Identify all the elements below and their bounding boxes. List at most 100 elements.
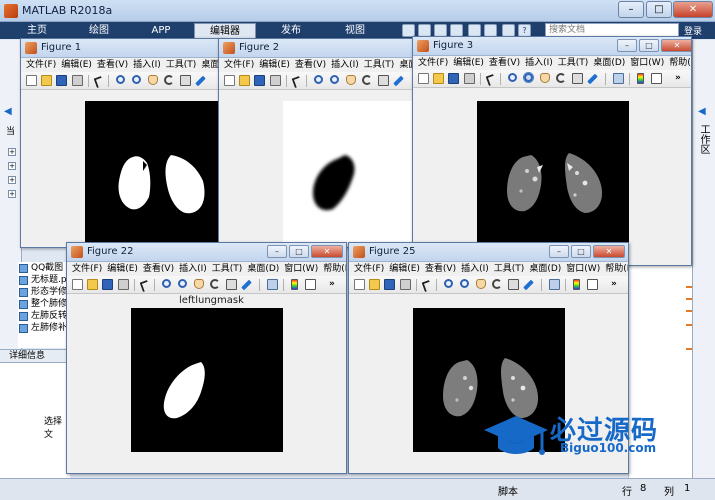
edit-plot-arrow-icon[interactable]: [485, 73, 497, 87]
save-figure-icon[interactable]: [448, 73, 459, 84]
menu-edit[interactable]: 编辑(E): [453, 56, 484, 70]
save-figure-icon[interactable]: [254, 75, 265, 86]
menu-edit[interactable]: 编辑(E): [259, 58, 290, 72]
menu-file[interactable]: 文件(F): [224, 58, 254, 72]
menu-desktop[interactable]: 桌面(D): [529, 262, 561, 276]
legend-icon[interactable]: [651, 73, 662, 84]
print-figure-icon[interactable]: [118, 279, 129, 290]
rotate-3d-icon[interactable]: [210, 279, 220, 289]
brush-icon[interactable]: [241, 279, 252, 291]
menu-window[interactable]: 窗口(W): [566, 262, 600, 276]
open-file-icon[interactable]: [369, 279, 380, 290]
tab-plots[interactable]: 绘图: [68, 23, 130, 39]
zoom-in-icon[interactable]: [444, 279, 453, 288]
edit-plot-arrow-icon[interactable]: [291, 75, 303, 89]
menu-tools[interactable]: 工具(T): [212, 262, 243, 276]
tab-editor[interactable]: 编辑器: [194, 23, 256, 39]
tree-expand-icon[interactable]: +: [8, 162, 16, 170]
file-item[interactable]: 形态学修: [18, 286, 70, 298]
print-figure-icon[interactable]: [270, 75, 281, 86]
pan-hand-icon[interactable]: [476, 279, 486, 289]
menu-help[interactable]: 帮助(H): [669, 56, 691, 70]
rotate-3d-icon[interactable]: [164, 75, 174, 85]
menu-tools[interactable]: 工具(T): [364, 58, 395, 72]
menu-view[interactable]: 查看(V): [425, 262, 456, 276]
edit-plot-arrow-icon[interactable]: [421, 279, 433, 293]
zoom-out-icon[interactable]: [330, 75, 339, 84]
new-figure-icon[interactable]: [354, 279, 365, 290]
workspace-label[interactable]: 工作区: [695, 124, 709, 154]
menu-insert[interactable]: 插入(I): [133, 58, 161, 72]
pan-hand-icon[interactable]: [194, 279, 204, 289]
zoom-in-icon[interactable]: [162, 279, 171, 288]
rotate-3d-icon[interactable]: [362, 75, 372, 85]
figure-close-button[interactable]: ✕: [593, 245, 625, 258]
tab-apps[interactable]: APP: [130, 23, 192, 39]
figure-maximize-button[interactable]: □: [639, 39, 659, 52]
colorbar-icon[interactable]: [291, 279, 298, 290]
edit-plot-arrow-icon[interactable]: [139, 279, 151, 293]
menu-tools[interactable]: 工具(T): [166, 58, 197, 72]
panel-expand-arrow-icon[interactable]: ◀: [698, 106, 706, 117]
figure-title-bar[interactable]: Figure 22 – □ ✕: [67, 243, 346, 262]
zoom-in-icon[interactable]: [314, 75, 323, 84]
menu-insert[interactable]: 插入(I): [179, 262, 207, 276]
data-cursor-icon[interactable]: [572, 73, 583, 84]
image-axes[interactable]: [131, 308, 283, 452]
toolbar-overflow-icon[interactable]: »: [611, 279, 617, 289]
figure-minimize-button[interactable]: –: [267, 245, 287, 258]
figure-1-window[interactable]: Figure 1 文件(F)编辑(E)查看(V)插入(I)工具(T)桌面(D): [20, 38, 225, 248]
brush-icon[interactable]: [523, 279, 534, 291]
file-item[interactable]: 无标题.p: [18, 274, 70, 286]
tab-home[interactable]: 主页: [6, 23, 68, 39]
figure-minimize-button[interactable]: –: [549, 245, 569, 258]
details-panel-header[interactable]: 详细信息: [0, 349, 70, 363]
figure-22-window[interactable]: Figure 22 – □ ✕ 文件(F) 编辑(E) 查看(V) 插入(I) 工具(T…: [66, 242, 347, 474]
pan-hand-icon[interactable]: [148, 75, 158, 85]
figure-maximize-button[interactable]: □: [289, 245, 309, 258]
menu-file[interactable]: 文件(F): [72, 262, 102, 276]
figure-title-bar[interactable]: Figure 25 – □ ✕: [349, 243, 628, 262]
brush-icon[interactable]: [587, 73, 598, 85]
menu-file[interactable]: 文件(F): [26, 58, 56, 72]
close-button[interactable]: ✕: [673, 1, 713, 18]
new-figure-icon[interactable]: [26, 75, 37, 86]
data-cursor-icon[interactable]: [226, 279, 237, 290]
file-item[interactable]: 左肺修补: [18, 322, 70, 334]
tree-expand-icon[interactable]: +: [8, 190, 16, 198]
zoom-out-icon[interactable]: [460, 279, 469, 288]
menu-view[interactable]: 查看(V): [97, 58, 128, 72]
print-figure-icon[interactable]: [400, 279, 411, 290]
link-plot-icon[interactable]: [549, 279, 560, 290]
menu-edit[interactable]: 编辑(E): [61, 58, 92, 72]
legend-icon[interactable]: [305, 279, 316, 290]
tree-expand-icon[interactable]: +: [8, 176, 16, 184]
new-figure-icon[interactable]: [224, 75, 235, 86]
menu-view[interactable]: 查看(V): [143, 262, 174, 276]
file-item[interactable]: 整个肺修: [18, 298, 70, 310]
figure-close-button[interactable]: ✕: [661, 39, 691, 52]
minimize-button[interactable]: –: [618, 1, 644, 18]
menu-tools[interactable]: 工具(T): [558, 56, 589, 70]
rotate-3d-icon[interactable]: [492, 279, 502, 289]
menu-window[interactable]: 窗口(W): [630, 56, 664, 70]
menu-file[interactable]: 文件(F): [418, 56, 448, 70]
image-axes[interactable]: [85, 101, 219, 247]
new-figure-icon[interactable]: [72, 279, 83, 290]
image-axes[interactable]: [477, 101, 629, 249]
figure-2-window[interactable]: Figure 2 文件(F)编辑(E)查看(V)插入(I)工具(T)桌面(D: [218, 38, 423, 248]
toolbar-overflow-icon[interactable]: »: [329, 279, 335, 289]
zoom-in-icon[interactable]: [508, 73, 517, 82]
link-plot-icon[interactable]: [267, 279, 278, 290]
tree-expand-icon[interactable]: +: [8, 148, 16, 156]
zoom-out-icon[interactable]: [178, 279, 187, 288]
menu-help[interactable]: 帮助(H): [323, 262, 346, 276]
legend-icon[interactable]: [587, 279, 598, 290]
menu-insert[interactable]: 插入(I): [525, 56, 553, 70]
menu-insert[interactable]: 插入(I): [331, 58, 359, 72]
menu-edit[interactable]: 编辑(E): [389, 262, 420, 276]
figure-close-button[interactable]: ✕: [311, 245, 343, 258]
colorbar-icon[interactable]: [573, 279, 580, 290]
menu-desktop[interactable]: 桌面(D): [247, 262, 279, 276]
menu-window[interactable]: 窗口(W): [284, 262, 318, 276]
